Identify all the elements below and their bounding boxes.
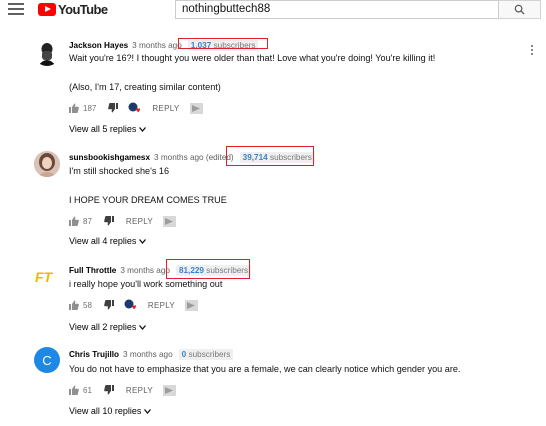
search-button[interactable]: [499, 0, 541, 19]
dislike-icon[interactable]: [104, 216, 114, 226]
view-replies-link[interactable]: View all 10 replies: [69, 406, 152, 416]
like-count: 187: [83, 103, 97, 113]
chevron-down-icon: [144, 408, 152, 414]
share-icon[interactable]: [189, 102, 203, 114]
search-icon: [514, 4, 525, 15]
avatar[interactable]: FT: [34, 264, 60, 290]
comment-time[interactable]: 3 months ago: [132, 41, 182, 50]
share-icon[interactable]: [163, 384, 177, 396]
comment-text: Wait you're 16?! I thought you were olde…: [69, 53, 436, 63]
logo-text: YouTube: [58, 1, 108, 17]
reply-button[interactable]: REPLY: [152, 104, 179, 113]
comment-text: I HOPE YOUR DREAM COMES TRUE: [69, 195, 227, 205]
view-replies-label: View all 5 replies: [69, 124, 137, 134]
avatar-text: FT: [35, 269, 54, 285]
view-replies-label: View all 2 replies: [69, 322, 137, 332]
like-count: 87: [83, 216, 92, 226]
view-replies-link[interactable]: View all 5 replies: [69, 124, 147, 134]
dislike-icon[interactable]: [104, 385, 114, 395]
comment-text: (Also, I'm 17, creating similar content): [69, 82, 221, 92]
highlight-box: [166, 259, 250, 279]
comment-author[interactable]: Jackson Hayes: [69, 41, 128, 50]
like-icon[interactable]: [69, 103, 79, 113]
avatar-letter: C: [42, 352, 52, 368]
comment-text: You do not have to emphasize that you ar…: [69, 364, 461, 374]
comment-text: I'm still shocked she's 16: [69, 166, 170, 176]
subscriber-badge: 0 subscribers: [178, 349, 234, 360]
comment-time[interactable]: 3 months ago: [120, 266, 170, 275]
view-replies-label: View all 4 replies: [69, 236, 137, 246]
menu-icon[interactable]: [8, 3, 24, 15]
avatar[interactable]: [34, 151, 60, 177]
youtube-logo[interactable]: YouTube: [38, 1, 108, 17]
like-icon[interactable]: [69, 385, 79, 395]
avatar[interactable]: [34, 40, 60, 66]
reply-button[interactable]: REPLY: [126, 386, 153, 395]
creator-heart-icon: [124, 299, 136, 311]
view-replies-link[interactable]: View all 2 replies: [69, 322, 147, 332]
highlight-box: [226, 146, 314, 166]
reply-button[interactable]: REPLY: [148, 301, 175, 310]
subscriber-label: subscribers: [188, 350, 231, 359]
like-icon[interactable]: [69, 300, 79, 310]
dislike-icon[interactable]: [108, 103, 119, 113]
chevron-down-icon: [139, 126, 147, 132]
comment-actions: 58 REPLY: [69, 299, 199, 311]
play-logo-icon: [38, 2, 56, 16]
search-input[interactable]: nothingbuttech88: [175, 0, 499, 19]
like-icon[interactable]: [69, 216, 79, 226]
comment-actions: 61 REPLY: [69, 384, 177, 396]
avatar[interactable]: C: [34, 347, 60, 373]
comment-actions: 187 REPLY: [69, 102, 203, 114]
reply-button[interactable]: REPLY: [126, 217, 153, 226]
more-actions-icon[interactable]: [530, 45, 534, 57]
chevron-down-icon: [139, 324, 147, 330]
comment-author[interactable]: Full Throttle: [69, 266, 116, 275]
like-count: 61: [83, 385, 92, 395]
comment-author[interactable]: Chris Trujillo: [69, 350, 119, 359]
creator-heart-icon: [128, 102, 141, 114]
view-replies-label: View all 10 replies: [69, 406, 142, 416]
top-bar: YouTube nothingbuttech88: [0, 0, 546, 20]
subscriber-count: 0: [181, 350, 187, 359]
like-count: 58: [83, 300, 92, 310]
comment-text: i really hope you'll work something out: [69, 279, 223, 289]
dislike-icon[interactable]: [104, 300, 114, 310]
comment-actions: 87 REPLY: [69, 215, 177, 227]
comment-header: Chris Trujillo 3 months ago 0 subscriber…: [69, 349, 234, 360]
comment-time[interactable]: 3 months ago: [123, 350, 173, 359]
comment-author[interactable]: sunsbookishgamesx: [69, 153, 150, 162]
highlight-box: [178, 38, 268, 49]
share-icon[interactable]: [163, 215, 177, 227]
chevron-down-icon: [139, 238, 147, 244]
view-replies-link[interactable]: View all 4 replies: [69, 236, 147, 246]
comment-time[interactable]: 3 months ago (edited): [154, 153, 234, 162]
share-icon[interactable]: [185, 299, 199, 311]
